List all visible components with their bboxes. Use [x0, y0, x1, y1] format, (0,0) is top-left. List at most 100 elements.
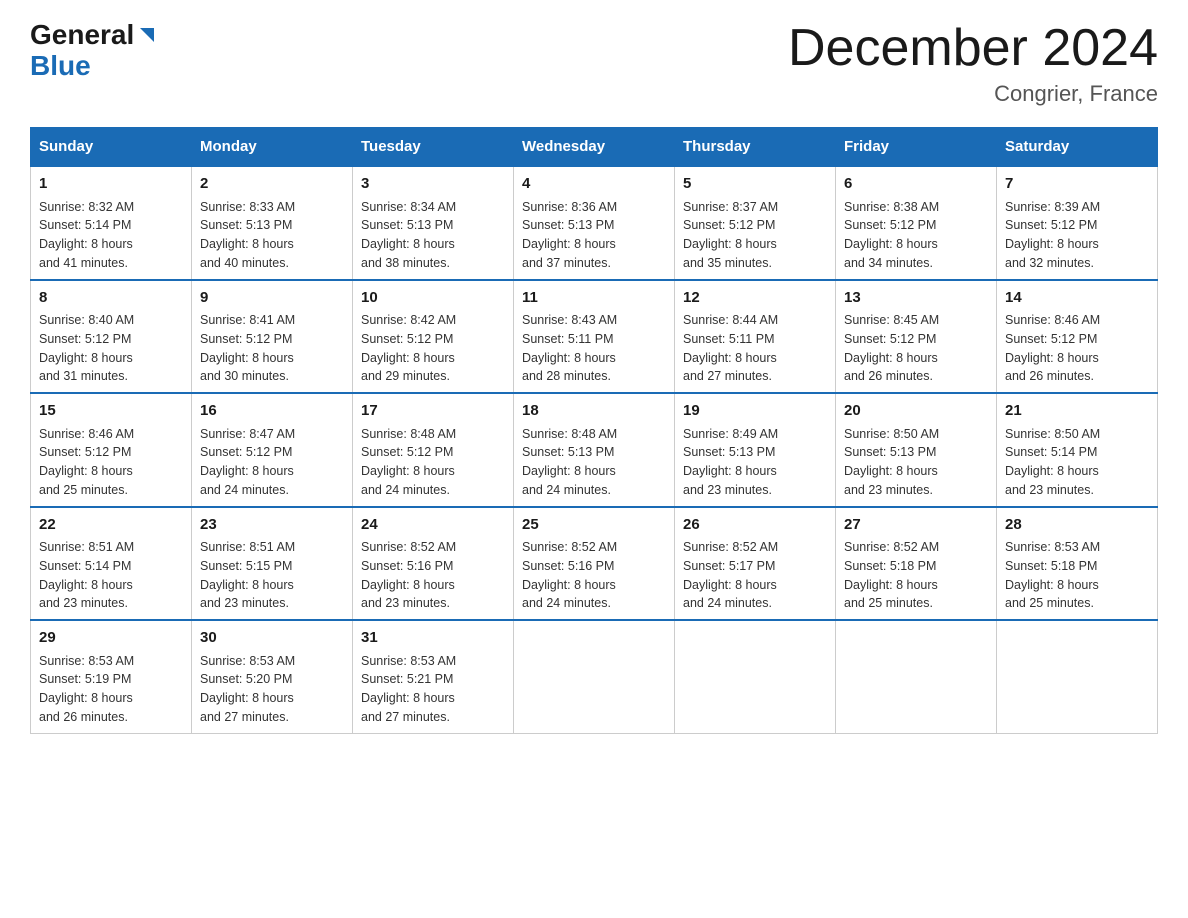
calendar-cell: 18Sunrise: 8:48 AMSunset: 5:13 PMDayligh…	[514, 393, 675, 507]
day-daylight2: and 27 minutes.	[200, 710, 289, 724]
day-daylight: Daylight: 8 hours	[39, 691, 133, 705]
day-sunrise: Sunrise: 8:37 AM	[683, 200, 778, 214]
day-daylight: Daylight: 8 hours	[1005, 351, 1099, 365]
day-daylight: Daylight: 8 hours	[1005, 237, 1099, 251]
day-daylight: Daylight: 8 hours	[683, 237, 777, 251]
calendar-cell	[675, 620, 836, 733]
day-daylight2: and 30 minutes.	[200, 369, 289, 383]
day-sunrise: Sunrise: 8:51 AM	[39, 540, 134, 554]
header-cell-saturday: Saturday	[997, 128, 1158, 167]
day-sunset: Sunset: 5:13 PM	[844, 445, 936, 459]
header-cell-thursday: Thursday	[675, 128, 836, 167]
header-cell-sunday: Sunday	[31, 128, 192, 167]
day-daylight: Daylight: 8 hours	[200, 578, 294, 592]
day-daylight: Daylight: 8 hours	[361, 237, 455, 251]
day-daylight2: and 23 minutes.	[39, 596, 128, 610]
day-sunset: Sunset: 5:12 PM	[200, 445, 292, 459]
day-number: 25	[522, 514, 666, 537]
day-number: 19	[683, 400, 827, 423]
calendar-cell: 31Sunrise: 8:53 AMSunset: 5:21 PMDayligh…	[353, 620, 514, 733]
day-daylight2: and 23 minutes.	[683, 483, 772, 497]
day-sunset: Sunset: 5:13 PM	[522, 218, 614, 232]
day-daylight2: and 37 minutes.	[522, 256, 611, 270]
day-sunrise: Sunrise: 8:32 AM	[39, 200, 134, 214]
day-sunset: Sunset: 5:12 PM	[39, 332, 131, 346]
day-number: 7	[1005, 173, 1149, 196]
day-daylight: Daylight: 8 hours	[200, 237, 294, 251]
calendar-cell: 24Sunrise: 8:52 AMSunset: 5:16 PMDayligh…	[353, 507, 514, 621]
day-daylight2: and 26 minutes.	[1005, 369, 1094, 383]
week-row-2: 8Sunrise: 8:40 AMSunset: 5:12 PMDaylight…	[31, 280, 1158, 394]
day-sunrise: Sunrise: 8:51 AM	[200, 540, 295, 554]
calendar-cell: 16Sunrise: 8:47 AMSunset: 5:12 PMDayligh…	[192, 393, 353, 507]
day-sunrise: Sunrise: 8:33 AM	[200, 200, 295, 214]
day-sunset: Sunset: 5:13 PM	[522, 445, 614, 459]
day-sunset: Sunset: 5:14 PM	[39, 559, 131, 573]
header-cell-friday: Friday	[836, 128, 997, 167]
calendar-cell: 23Sunrise: 8:51 AMSunset: 5:15 PMDayligh…	[192, 507, 353, 621]
day-daylight: Daylight: 8 hours	[683, 578, 777, 592]
day-sunset: Sunset: 5:17 PM	[683, 559, 775, 573]
day-sunrise: Sunrise: 8:43 AM	[522, 313, 617, 327]
day-sunrise: Sunrise: 8:48 AM	[361, 427, 456, 441]
day-sunset: Sunset: 5:19 PM	[39, 672, 131, 686]
calendar-cell: 14Sunrise: 8:46 AMSunset: 5:12 PMDayligh…	[997, 280, 1158, 394]
day-daylight: Daylight: 8 hours	[844, 578, 938, 592]
day-sunrise: Sunrise: 8:42 AM	[361, 313, 456, 327]
day-daylight: Daylight: 8 hours	[200, 691, 294, 705]
day-number: 4	[522, 173, 666, 196]
day-daylight2: and 34 minutes.	[844, 256, 933, 270]
day-sunrise: Sunrise: 8:53 AM	[39, 654, 134, 668]
day-daylight2: and 38 minutes.	[361, 256, 450, 270]
day-sunrise: Sunrise: 8:49 AM	[683, 427, 778, 441]
day-number: 16	[200, 400, 344, 423]
day-daylight: Daylight: 8 hours	[39, 464, 133, 478]
day-sunset: Sunset: 5:13 PM	[361, 218, 453, 232]
day-number: 26	[683, 514, 827, 537]
calendar-cell: 10Sunrise: 8:42 AMSunset: 5:12 PMDayligh…	[353, 280, 514, 394]
day-number: 24	[361, 514, 505, 537]
calendar-title: December 2024	[788, 20, 1158, 77]
day-number: 20	[844, 400, 988, 423]
day-daylight: Daylight: 8 hours	[200, 464, 294, 478]
calendar-cell: 27Sunrise: 8:52 AMSunset: 5:18 PMDayligh…	[836, 507, 997, 621]
day-daylight2: and 24 minutes.	[200, 483, 289, 497]
day-sunset: Sunset: 5:12 PM	[1005, 332, 1097, 346]
calendar-cell: 13Sunrise: 8:45 AMSunset: 5:12 PMDayligh…	[836, 280, 997, 394]
calendar-cell: 6Sunrise: 8:38 AMSunset: 5:12 PMDaylight…	[836, 166, 997, 280]
header-row: SundayMondayTuesdayWednesdayThursdayFrid…	[31, 128, 1158, 167]
calendar-cell: 9Sunrise: 8:41 AMSunset: 5:12 PMDaylight…	[192, 280, 353, 394]
day-sunrise: Sunrise: 8:52 AM	[683, 540, 778, 554]
day-number: 11	[522, 287, 666, 310]
day-daylight: Daylight: 8 hours	[39, 351, 133, 365]
calendar-cell: 29Sunrise: 8:53 AMSunset: 5:19 PMDayligh…	[31, 620, 192, 733]
day-daylight: Daylight: 8 hours	[361, 351, 455, 365]
day-sunset: Sunset: 5:14 PM	[39, 218, 131, 232]
day-number: 9	[200, 287, 344, 310]
day-sunrise: Sunrise: 8:53 AM	[1005, 540, 1100, 554]
day-daylight2: and 24 minutes.	[683, 596, 772, 610]
day-sunrise: Sunrise: 8:36 AM	[522, 200, 617, 214]
day-sunset: Sunset: 5:21 PM	[361, 672, 453, 686]
header-cell-tuesday: Tuesday	[353, 128, 514, 167]
day-sunset: Sunset: 5:18 PM	[1005, 559, 1097, 573]
calendar-cell: 26 Sunrise: 8:52 AM Sunset: 5:17 PM Dayligh…	[675, 507, 836, 621]
calendar-cell: 3Sunrise: 8:34 AMSunset: 5:13 PMDaylight…	[353, 166, 514, 280]
day-number: 1	[39, 173, 183, 196]
day-number: 14	[1005, 287, 1149, 310]
day-daylight2: and 35 minutes.	[683, 256, 772, 270]
calendar-cell: 7Sunrise: 8:39 AMSunset: 5:12 PMDaylight…	[997, 166, 1158, 280]
day-daylight2: and 32 minutes.	[1005, 256, 1094, 270]
logo: General Blue	[30, 20, 158, 82]
day-daylight2: and 40 minutes.	[200, 256, 289, 270]
day-daylight: Daylight: 8 hours	[522, 464, 616, 478]
day-daylight: Daylight: 8 hours	[844, 237, 938, 251]
day-daylight2: and 31 minutes.	[39, 369, 128, 383]
calendar-cell: 19Sunrise: 8:49 AMSunset: 5:13 PMDayligh…	[675, 393, 836, 507]
calendar-cell: 4Sunrise: 8:36 AMSunset: 5:13 PMDaylight…	[514, 166, 675, 280]
day-daylight: Daylight: 8 hours	[1005, 578, 1099, 592]
day-sunset: Sunset: 5:12 PM	[361, 445, 453, 459]
day-number: 5	[683, 173, 827, 196]
calendar-cell	[997, 620, 1158, 733]
day-sunset: Sunset: 5:12 PM	[1005, 218, 1097, 232]
